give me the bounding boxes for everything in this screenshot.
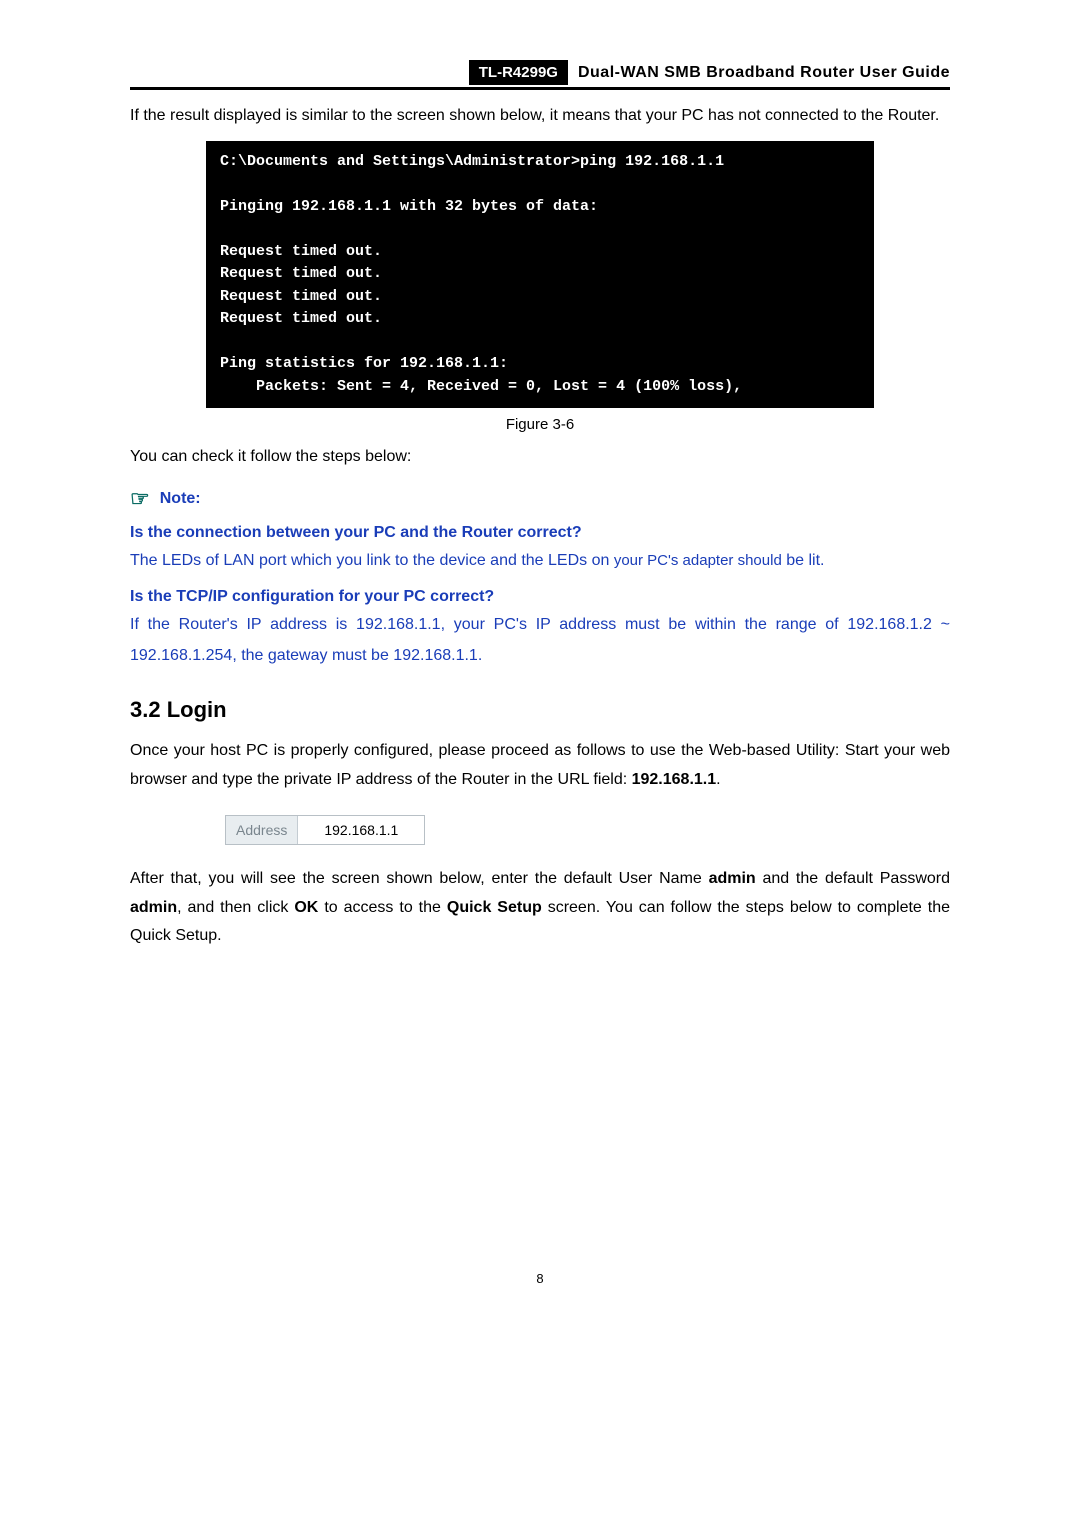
cmd-line: Request timed out. bbox=[220, 243, 382, 260]
login-p1-ip: 192.168.1.1 bbox=[632, 771, 717, 788]
question-2: Is the TCP/IP configuration for your PC … bbox=[130, 588, 950, 606]
answer-2: If the Router's IP address is 192.168.1.… bbox=[130, 610, 950, 671]
address-bar: Address 192.168.1.1 bbox=[225, 815, 425, 845]
login-p1-end: . bbox=[716, 771, 720, 788]
note-row: ☞ Note: bbox=[130, 486, 950, 512]
cmd-line: Packets: Sent = 4, Received = 0, Lost = … bbox=[220, 378, 742, 395]
lp2-f: OK bbox=[294, 899, 318, 916]
answer-1-part1: The LEDs of LAN port which you link to t… bbox=[130, 552, 614, 569]
figure-caption: Figure 3-6 bbox=[130, 416, 950, 433]
login-p1-text: Once your host PC is properly configured… bbox=[130, 742, 950, 788]
address-value: 192.168.1.1 bbox=[298, 816, 424, 844]
cmd-line: Pinging 192.168.1.1 with 32 bytes of dat… bbox=[220, 198, 598, 215]
lp2-b: admin bbox=[709, 870, 756, 887]
pointing-hand-icon: ☞ bbox=[130, 486, 150, 512]
answer-1-part3: be lit. bbox=[782, 552, 825, 569]
model-label: TL-R4299G bbox=[469, 60, 568, 85]
check-text: You can check it follow the steps below: bbox=[130, 443, 950, 472]
lp2-e: , and then click bbox=[177, 899, 294, 916]
cmd-line: Ping statistics for 192.168.1.1: bbox=[220, 355, 508, 372]
lp2-a: After that, you will see the screen show… bbox=[130, 870, 709, 887]
answer-1-part2: your PC's adapter should bbox=[614, 552, 782, 569]
cmd-line: C:\Documents and Settings\Administrator>… bbox=[220, 153, 724, 170]
cmd-line: Request timed out. bbox=[220, 265, 382, 282]
page-header: TL-R4299G Dual-WAN SMB Broadband Router … bbox=[130, 60, 950, 90]
page-number: 8 bbox=[130, 1271, 950, 1286]
intro-paragraph: If the result displayed is similar to th… bbox=[130, 102, 950, 131]
login-paragraph-1: Once your host PC is properly configured… bbox=[130, 737, 950, 795]
lp2-c: and the default Password bbox=[756, 870, 950, 887]
cmd-line: Request timed out. bbox=[220, 288, 382, 305]
note-label: Note: bbox=[160, 490, 201, 508]
lp2-d: admin bbox=[130, 899, 177, 916]
document-page: TL-R4299G Dual-WAN SMB Broadband Router … bbox=[0, 0, 1080, 1346]
answer-1: The LEDs of LAN port which you link to t… bbox=[130, 546, 950, 576]
cmd-line: Request timed out. bbox=[220, 310, 382, 327]
guide-title: Dual-WAN SMB Broadband Router User Guide bbox=[578, 64, 950, 82]
lp2-g: to access to the bbox=[318, 899, 447, 916]
address-label: Address bbox=[226, 816, 298, 844]
terminal-output: C:\Documents and Settings\Administrator>… bbox=[206, 141, 874, 409]
login-paragraph-2: After that, you will see the screen show… bbox=[130, 865, 950, 951]
section-heading: 3.2 Login bbox=[130, 697, 950, 723]
question-1: Is the connection between your PC and th… bbox=[130, 524, 950, 542]
lp2-h: Quick Setup bbox=[447, 899, 542, 916]
